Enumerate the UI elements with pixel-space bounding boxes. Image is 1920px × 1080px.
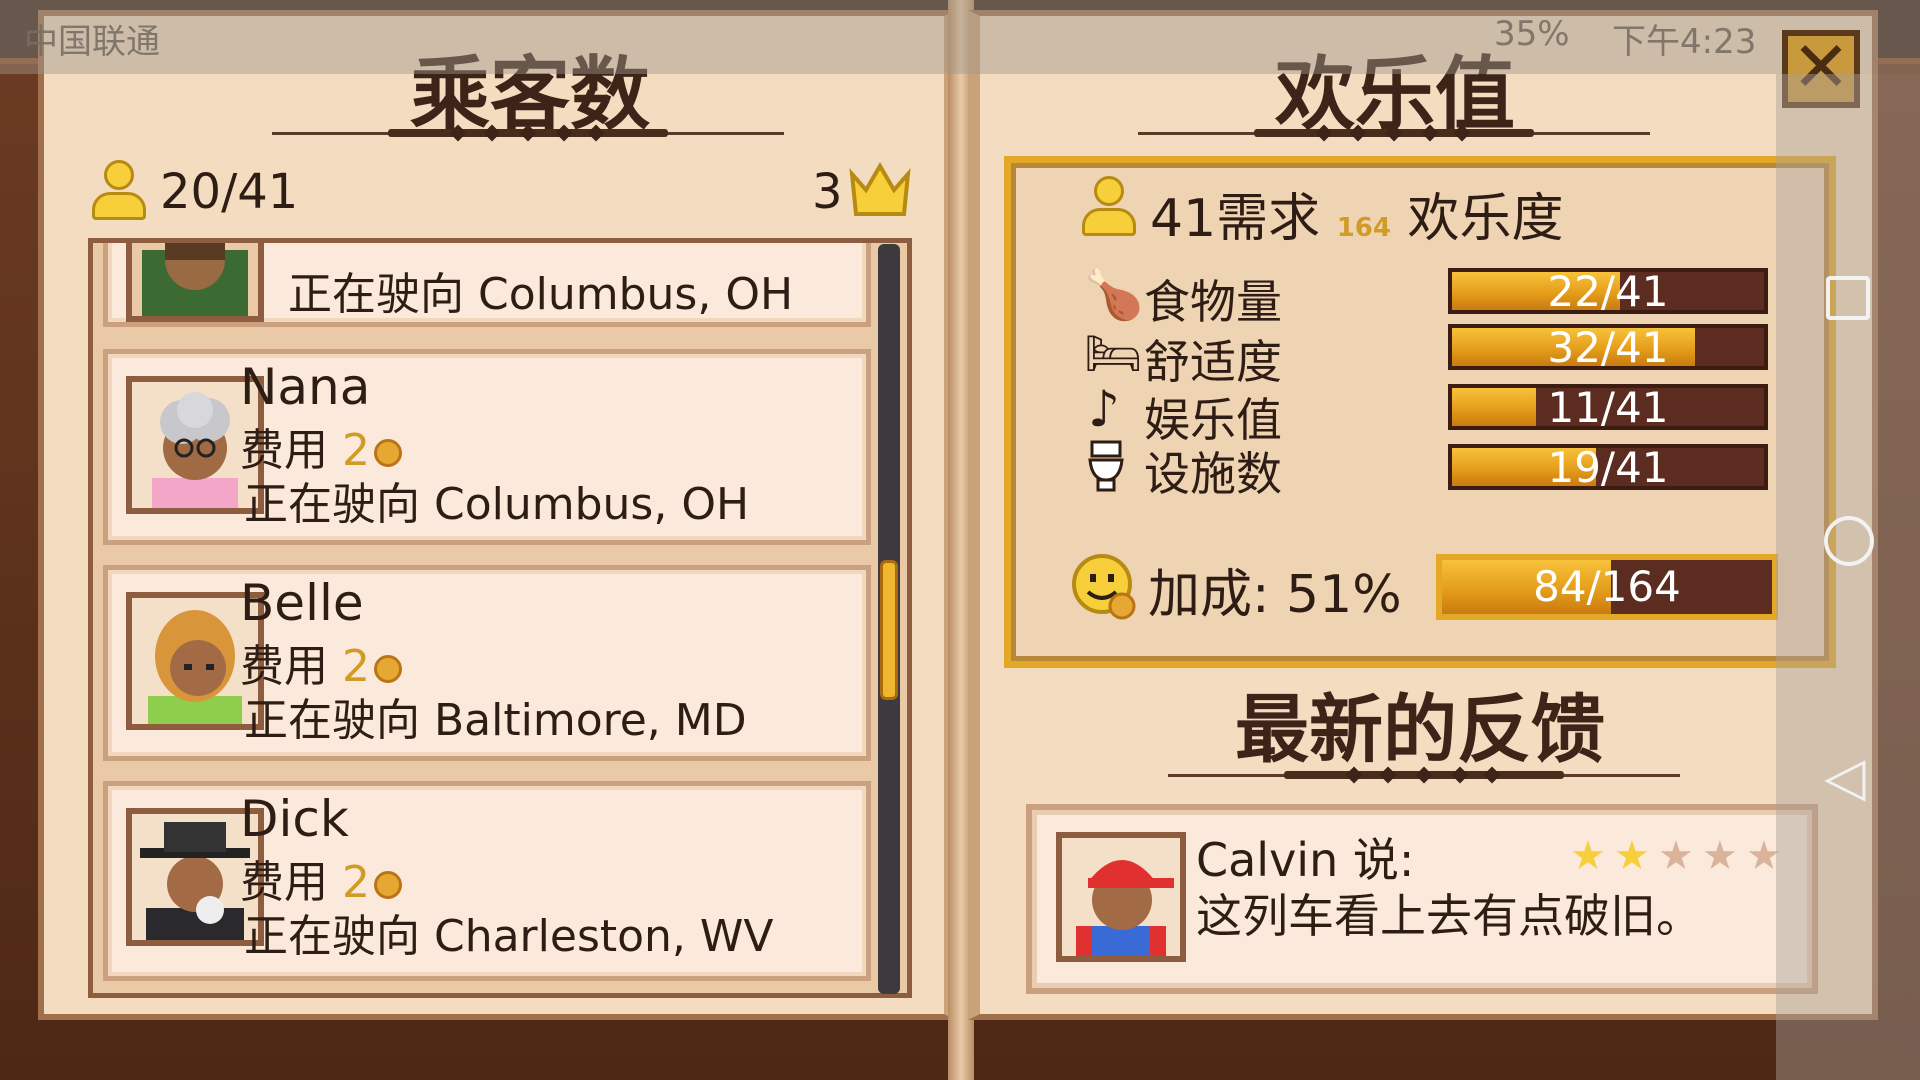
passenger-card[interactable]: Belle 费用 2 正在驶向 Baltimore, MD [103,565,871,761]
toilet-icon [1088,440,1124,492]
stat-bar-facilities: 19/41 [1448,444,1768,490]
crown-count: 3 [812,164,843,220]
stat-label-facilities: 设施数 [1144,447,1282,501]
status-bar: 中国联通 35% 下午4:23 [0,0,1920,74]
title-ornament-left [272,124,784,142]
stat-bar-comfort: 32/41 [1448,324,1768,370]
feedback-portrait [1056,832,1186,962]
passenger-card[interactable]: Dick 费用 2 正在驶向 Charleston, WV [103,781,871,981]
demand-person-icon [1080,176,1138,240]
stat-bar-value: 32/41 [1547,323,1669,372]
passenger-destination: 正在驶向 Baltimore, MD [244,695,747,746]
passenger-count: 20/41 [160,164,299,220]
star-filled-icon: ★ [1570,833,1606,879]
feedback-ornament [1168,766,1680,784]
game-scene: 乘客数 20/41 3 正在驶向 Columbus, OH Nana 费用 2 … [0,0,1920,1080]
bonus-bar-value: 84/164 [1533,562,1681,611]
demand-prefix: 41需求 [1150,189,1321,249]
passenger-card[interactable]: Nana 费用 2 正在驶向 Columbus, OH [103,349,871,545]
music-note-icon: ♪ [1088,380,1120,438]
clock: 下午4:23 [1612,22,1757,62]
happiness-demand: 41需求 164 欢乐度 [1150,176,1564,251]
coin-icon [374,655,402,683]
demand-suffix: 欢乐度 [1407,189,1564,249]
stat-bar-value: 19/41 [1547,443,1669,492]
bed-icon: 🛏 [1084,326,1143,380]
passenger-name: Dick [240,790,349,848]
battery-percent: 35% [1494,14,1570,54]
stat-bar-value: 22/41 [1547,267,1669,316]
passenger-portrait [126,243,264,322]
passenger-list[interactable]: 正在驶向 Columbus, OH Nana 费用 2 正在驶向 Columbu… [88,238,912,998]
passenger-name: Belle [240,574,364,632]
passenger-destination: 正在驶向 Columbus, OH [244,479,750,530]
demand-small-value: 164 [1336,213,1391,243]
passenger-card[interactable]: 正在驶向 Columbus, OH [103,243,871,327]
coin-icon [374,871,402,899]
stat-bar-entertainment: 11/41 [1448,384,1768,430]
recent-apps-button[interactable] [1826,276,1870,320]
back-button[interactable]: ◁ [1824,750,1866,804]
android-nav-bar [1776,74,1920,1080]
passenger-destination: 正在驶向 Charleston, WV [244,911,774,962]
carrier-label: 中国联通 [24,22,160,62]
home-button[interactable] [1824,516,1874,566]
passenger-count-icon [90,160,148,224]
passenger-destination: 正在驶向 Columbus, OH [288,269,794,320]
passenger-name: Nana [240,358,371,416]
title-ornament-right [1138,124,1650,142]
bonus-label: 加成: 51% [1148,565,1402,625]
feedback-card: Calvin 说: 这列车看上去有点破旧。 [1026,804,1818,994]
stat-label-food: 食物量 [1144,275,1282,329]
bonus-bar: 84/164 [1436,554,1778,620]
feedback-title: 最新的反馈 [1235,687,1605,773]
feedback-text: 这列车看上去有点破旧。 [1196,889,1702,943]
drumstick-icon: 🍗 [1084,267,1144,323]
scrollbar-thumb[interactable] [880,560,898,700]
star-empty-icon: ★ [1658,833,1694,879]
stat-label-comfort: 舒适度 [1144,335,1282,389]
smiley-coin-icon [1072,554,1136,620]
stat-bar-food: 22/41 [1448,268,1768,314]
coin-icon [374,439,402,467]
star-filled-icon: ★ [1614,833,1650,879]
crown-icon [849,162,911,216]
star-empty-icon: ★ [1702,833,1738,879]
stat-bar-value: 11/41 [1547,383,1669,432]
